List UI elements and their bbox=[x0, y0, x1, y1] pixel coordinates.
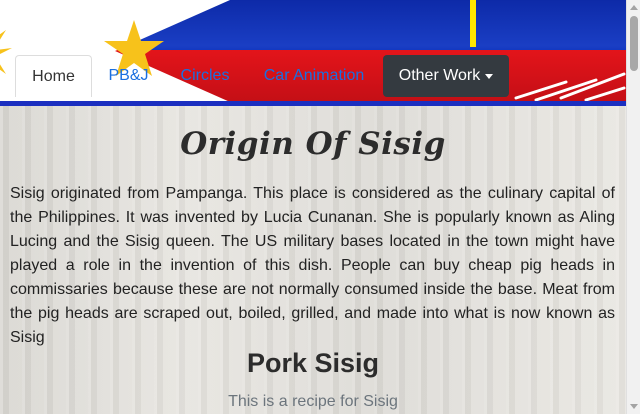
scroll-up-arrow-icon[interactable] bbox=[630, 5, 638, 10]
main-nav: Home PB&J Circles Car Animation Other Wo… bbox=[15, 55, 509, 97]
scroll-down-arrow-icon[interactable] bbox=[630, 404, 638, 409]
flag-white-streaks bbox=[514, 72, 626, 102]
section-subtitle: Pork Sisig bbox=[246, 348, 380, 378]
caret-down-icon bbox=[485, 73, 494, 79]
page-title: Origin Of Sisig bbox=[180, 126, 446, 162]
nav-other-work-dropdown[interactable]: Other Work bbox=[383, 55, 509, 97]
scrollbar-thumb[interactable] bbox=[630, 16, 638, 71]
main-content: Origin Of Sisig Sisig originated from Pa… bbox=[0, 106, 626, 414]
dropdown-label: Other Work bbox=[398, 67, 481, 84]
nav-circles-link[interactable]: Circles bbox=[165, 55, 245, 97]
origin-paragraph: Sisig originated from Pampanga. This pla… bbox=[10, 185, 615, 346]
flag-yellow-bar bbox=[470, 0, 476, 47]
nav-pbj-link[interactable]: PB&J bbox=[92, 55, 165, 97]
nav-home-tab[interactable]: Home bbox=[15, 55, 92, 97]
nav-car-animation-link[interactable]: Car Animation bbox=[245, 55, 383, 97]
recipe-caption: This is a recipe for Sisig bbox=[228, 393, 398, 410]
vertical-scrollbar[interactable] bbox=[626, 0, 640, 414]
